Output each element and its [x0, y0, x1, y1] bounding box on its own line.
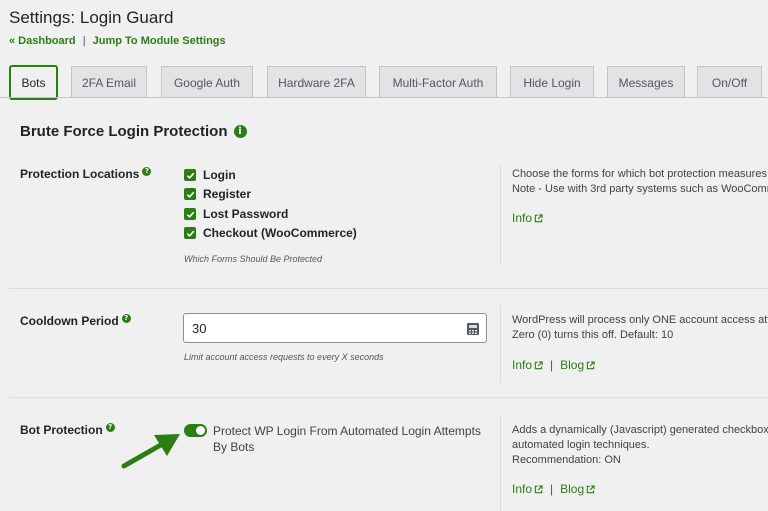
link-separator: | — [550, 482, 554, 496]
section-title: Brute Force Login Protection i — [20, 123, 247, 140]
tab-bots[interactable]: Bots — [9, 65, 58, 100]
external-link-icon — [534, 213, 543, 222]
number-spinner-icon[interactable] — [466, 322, 480, 336]
blog-link[interactable]: Blog — [560, 358, 595, 372]
tab-hide-login[interactable]: Hide Login — [510, 66, 594, 98]
tab-bar: Bots 2FA Email Google Auth Hardware 2FA … — [0, 65, 768, 100]
checkbox-register[interactable]: Register — [184, 187, 251, 201]
info-link[interactable]: Info — [512, 482, 543, 496]
checkbox-label: Checkout (WooCommerce) — [203, 226, 357, 240]
column-divider — [500, 305, 501, 383]
description-line: WordPress will process only ONE account … — [512, 314, 768, 326]
section-title-text: Brute Force Login Protection — [20, 123, 228, 140]
green-arrow-icon — [121, 434, 180, 469]
column-divider — [500, 415, 501, 511]
bot-protection-label: Bot Protection ? — [20, 422, 115, 437]
external-link-icon — [534, 484, 543, 493]
description-line: automated login techniques. — [512, 439, 650, 451]
protection-locations-label: Protection Locations ? — [20, 166, 152, 181]
tab-google-auth[interactable]: Google Auth — [161, 66, 253, 98]
description-line: Note - Use with 3rd party systems such a… — [512, 183, 768, 195]
protection-locations-links: Info — [512, 211, 543, 225]
checkbox-label: Login — [203, 168, 236, 182]
info-link[interactable]: Info — [512, 358, 543, 372]
checkmark-icon — [184, 227, 196, 239]
dashboard-link[interactable]: « Dashboard — [9, 35, 76, 47]
checkbox-login[interactable]: Login — [184, 168, 236, 182]
info-icon[interactable]: i — [233, 125, 247, 138]
blog-link-text: Blog — [560, 482, 585, 496]
checkbox-label: Register — [203, 187, 252, 201]
protection-locations-hint: Which Forms Should Be Protected — [184, 254, 323, 264]
info-link-text: Info — [512, 482, 533, 496]
info-link[interactable]: Info — [512, 211, 543, 225]
checkmark-icon — [184, 208, 196, 220]
info-link-text: Info — [512, 358, 533, 372]
bot-protection-toggle-label: Protect WP Login From Automated Login At… — [213, 424, 481, 454]
protection-locations-description: Choose the forms for which bot protectio… — [512, 167, 768, 197]
cooldown-period-links: Info | Blog — [512, 358, 595, 372]
description-line: Recommendation: ON — [512, 454, 621, 466]
checkbox-label: Lost Password — [203, 207, 289, 221]
help-icon[interactable]: ? — [105, 422, 115, 432]
toggle-knob — [196, 426, 205, 435]
jump-to-module-settings-link[interactable]: Jump To Module Settings — [93, 35, 226, 47]
external-link-icon — [586, 360, 595, 369]
tab-messages[interactable]: Messages — [607, 66, 685, 98]
checkmark-icon — [184, 188, 196, 200]
column-divider — [500, 165, 501, 265]
bot-protection-description: Adds a dynamically (Javascript) generate… — [512, 423, 768, 468]
blog-link[interactable]: Blog — [560, 482, 595, 496]
bot-protection-toggle[interactable] — [184, 424, 207, 437]
tab-on-off[interactable]: On/Off — [697, 66, 762, 98]
page-title: Settings: Login Guard — [9, 8, 174, 27]
description-line: Zero (0) turns this off. Default: 10 — [512, 329, 674, 341]
tab-hardware-2fa[interactable]: Hardware 2FA — [267, 66, 366, 98]
tab-multi-factor-auth[interactable]: Multi-Factor Auth — [379, 66, 497, 98]
bot-protection-links: Info | Blog — [512, 482, 595, 496]
blog-link-text: Blog — [560, 358, 585, 372]
bot-protection-label-text: Bot Protection — [20, 423, 103, 437]
cooldown-period-input[interactable] — [184, 314, 454, 342]
cooldown-period-label-text: Cooldown Period — [20, 314, 119, 328]
cooldown-period-label: Cooldown Period ? — [20, 313, 131, 328]
external-link-icon — [586, 484, 595, 493]
help-icon[interactable]: ? — [121, 313, 131, 323]
description-line: Adds a dynamically (Javascript) generate… — [512, 424, 768, 436]
checkmark-icon — [184, 169, 196, 181]
help-icon[interactable]: ? — [142, 166, 152, 176]
protection-locations-label-text: Protection Locations — [20, 167, 140, 181]
tab-2fa-email[interactable]: 2FA Email — [71, 66, 147, 98]
description-line: Choose the forms for which bot protectio… — [512, 168, 768, 180]
tab-bar-divider — [0, 97, 768, 98]
cooldown-period-input-wrapper — [183, 313, 487, 343]
info-link-text: Info — [512, 211, 533, 225]
cooldown-period-hint: Limit account access requests to every X… — [184, 352, 384, 362]
checkbox-checkout-woocommerce[interactable]: Checkout (WooCommerce) — [184, 226, 357, 240]
breadcrumb: « Dashboard | Jump To Module Settings — [9, 35, 226, 47]
row-divider — [9, 288, 768, 289]
external-link-icon — [534, 360, 543, 369]
breadcrumb-separator: | — [82, 35, 86, 47]
row-divider — [9, 397, 768, 398]
cooldown-period-description: WordPress will process only ONE account … — [512, 313, 768, 343]
link-separator: | — [550, 358, 554, 372]
checkbox-lost-password[interactable]: Lost Password — [184, 207, 288, 221]
